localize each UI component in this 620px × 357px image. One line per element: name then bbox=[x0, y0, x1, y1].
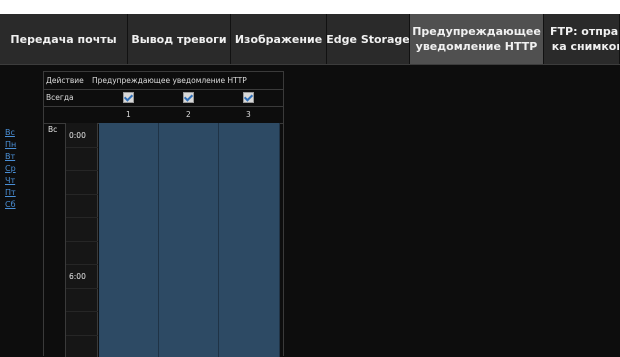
tab-http-notification[interactable]: Предупреждающее уведомление HTTP bbox=[410, 14, 544, 64]
schedule-slot-column-2[interactable] bbox=[159, 123, 219, 357]
header-row: Действие Предупреждающее уведомление HTT… bbox=[44, 72, 284, 90]
time-column: 0:00 6:00 bbox=[66, 123, 98, 357]
time-gridline bbox=[66, 240, 98, 242]
time-gridline bbox=[66, 287, 98, 289]
day-link-friday[interactable]: Пт bbox=[5, 188, 16, 200]
time-gridline bbox=[66, 217, 98, 218]
schedule-slot-column-3[interactable] bbox=[219, 123, 280, 357]
day-link-thursday[interactable]: Чт bbox=[5, 176, 16, 188]
always-checkbox-2[interactable] bbox=[183, 91, 194, 103]
always-checkbox-3[interactable] bbox=[243, 91, 254, 103]
action-label: Действие bbox=[46, 76, 84, 85]
schedule-grid: Действие Предупреждающее уведомление HTT… bbox=[43, 71, 284, 357]
schedule-slot-column-1[interactable] bbox=[99, 123, 159, 357]
tab-bar: Передача почты Вывод тревоги Изображение… bbox=[0, 14, 620, 65]
time-gridline bbox=[66, 193, 98, 195]
time-gridline bbox=[66, 311, 98, 312]
day-column: Вс bbox=[44, 123, 66, 357]
day-link-wednesday[interactable]: Ср bbox=[5, 164, 16, 176]
time-gridline bbox=[66, 146, 98, 148]
day-link-tuesday[interactable]: Вт bbox=[5, 152, 16, 164]
always-row: Всегда bbox=[44, 89, 284, 107]
time-label-6: 6:00 bbox=[69, 272, 86, 281]
schedule-day-label: Вс bbox=[48, 125, 58, 134]
always-checkbox-1[interactable] bbox=[123, 91, 134, 103]
time-gridline bbox=[66, 264, 98, 265]
tab-image[interactable]: Изображение bbox=[231, 14, 327, 64]
day-link-saturday[interactable]: Сб bbox=[5, 200, 16, 212]
tab-ftp-snapshot[interactable]: FTP: отправ ка снимков bbox=[544, 14, 620, 64]
always-label: Всегда bbox=[46, 93, 74, 102]
tab-edge-storage[interactable]: Edge Storage bbox=[327, 14, 410, 64]
tab-http-notification-label: Предупреждающее уведомление HTTP bbox=[412, 25, 541, 53]
time-gridline bbox=[66, 334, 98, 336]
time-label-0: 0:00 bbox=[69, 131, 86, 140]
schedule-body: Вс 0:00 6:00 bbox=[44, 123, 284, 357]
column-number-2: 2 bbox=[186, 110, 191, 119]
column-number-1: 1 bbox=[126, 110, 131, 119]
day-link-monday[interactable]: Пн bbox=[5, 140, 16, 152]
column-number-3: 3 bbox=[246, 110, 251, 119]
day-link-sunday[interactable]: Вс bbox=[5, 128, 16, 140]
column-number-row: 1 2 3 bbox=[44, 106, 284, 124]
tab-mail[interactable]: Передача почты bbox=[0, 14, 128, 64]
day-links: Вс Пн Вт Ср Чт Пт Сб bbox=[5, 128, 16, 212]
time-gridline bbox=[66, 170, 98, 171]
notification-header: Предупреждающее уведомление HTTP bbox=[92, 76, 247, 85]
tab-alarm-output[interactable]: Вывод тревоги bbox=[128, 14, 231, 64]
tab-ftp-snapshot-label: FTP: отправ ка снимков bbox=[550, 25, 620, 53]
top-strip bbox=[0, 0, 620, 14]
